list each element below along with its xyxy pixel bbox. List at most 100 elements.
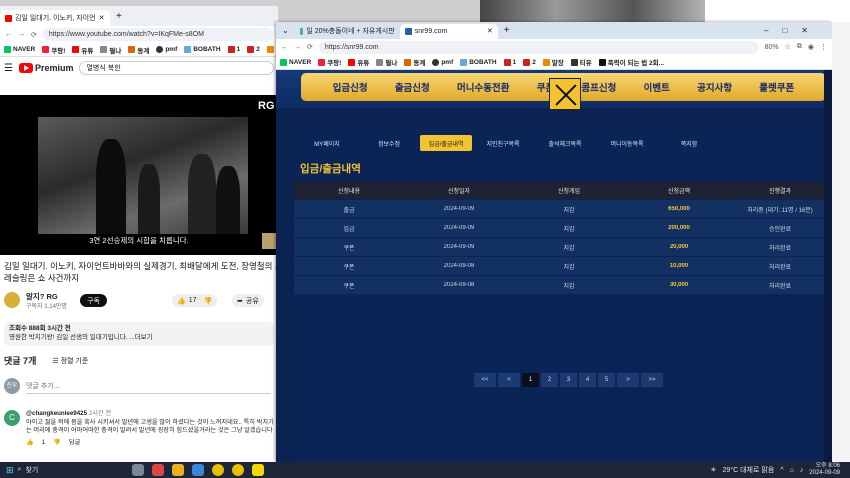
kakaotalk-icon[interactable] xyxy=(251,464,264,476)
thumbs-up-icon[interactable]: 👍 xyxy=(26,439,34,448)
comment-author[interactable]: @changkeunlee9425 xyxy=(26,410,87,417)
bookmark-item[interactable]: BOBATH xyxy=(184,46,221,53)
page-button[interactable]: 4 xyxy=(579,373,596,387)
sort-button[interactable]: ☰ 정렬 기준 xyxy=(52,356,88,366)
taskbar-search[interactable]: ⌕ 찾기 xyxy=(18,465,128,475)
comment-input[interactable]: 댓글 추가... xyxy=(26,381,271,394)
tab-messages[interactable]: 쪽지함 xyxy=(658,135,720,151)
tray-chevron-icon[interactable]: ^ xyxy=(780,467,783,474)
bookmark-item[interactable]: 1 xyxy=(227,46,240,53)
bookmark-item[interactable]: pmf xyxy=(156,46,177,53)
tab-deposit-history[interactable]: 입금/출금내역 xyxy=(420,135,472,151)
last-page-button[interactable]: >> xyxy=(641,373,663,387)
bookmark-item[interactable]: 말장 xyxy=(542,57,564,67)
back-icon[interactable]: ← xyxy=(5,31,12,38)
reload-icon[interactable]: ⟳ xyxy=(31,31,37,39)
taskbar-app-icon[interactable] xyxy=(131,464,144,476)
first-page-button[interactable]: << xyxy=(474,373,496,387)
bookmark-item[interactable]: 2 xyxy=(247,46,260,53)
forward-icon[interactable]: → xyxy=(18,31,25,38)
nav-comp[interactable]: 콤프신청 xyxy=(581,80,616,94)
share-button[interactable]: ➦ 공유 xyxy=(232,294,264,307)
more-icon[interactable]: ⋮ xyxy=(820,43,827,51)
page-button[interactable]: 3 xyxy=(560,373,577,387)
bookmark-item[interactable]: 유튜 xyxy=(72,45,93,55)
bookmark-icon xyxy=(247,46,255,53)
bookmark-item[interactable]: NAVER xyxy=(280,58,311,66)
search-input[interactable]: 열병식 북한 xyxy=(79,61,274,75)
tab-board[interactable]: 일 20%충돌이네 + 자유게시판 xyxy=(295,24,400,39)
bookmark-item[interactable]: pmf xyxy=(432,58,453,66)
nav-event[interactable]: 이벤트 xyxy=(644,80,670,94)
edge-icon[interactable] xyxy=(191,464,204,476)
thumbs-down-icon[interactable]: 👎 xyxy=(53,439,61,448)
bookmark-item[interactable]: 폭력이 되는 법 2회... xyxy=(598,57,664,67)
url-field[interactable]: https://www.youtube.com/watch?v=IKqFMe-s… xyxy=(42,28,273,41)
description-box[interactable]: 조회수 888회 3시간 전 영원한 박치기왕! 김일 선생의 일대기입니다. … xyxy=(4,322,274,346)
tab-list-icon[interactable]: ⌄ xyxy=(282,26,289,35)
new-tab-icon[interactable]: + xyxy=(116,11,122,22)
forward-icon[interactable]: → xyxy=(294,44,301,51)
chrome-icon[interactable] xyxy=(211,464,224,476)
tab-money-move[interactable]: 머니이동목록 xyxy=(596,135,658,151)
bookmark-item[interactable]: 2 xyxy=(523,58,536,66)
network-icon[interactable]: ⌂ xyxy=(790,467,794,474)
nav-deposit[interactable]: 입금신청 xyxy=(333,80,368,94)
bookmark-item[interactable]: 유튜 xyxy=(348,57,369,67)
bookmark-item[interactable]: 쿠팡! xyxy=(318,57,341,67)
channel-avatar[interactable] xyxy=(4,292,20,308)
youtube-logo-icon[interactable] xyxy=(18,63,33,73)
scrollbar[interactable] xyxy=(824,70,832,462)
page-button[interactable]: 2 xyxy=(541,373,558,387)
chrome-icon[interactable] xyxy=(231,464,244,476)
weather-text[interactable]: 29°C 대체로 맑음 xyxy=(723,465,775,475)
zoom-level[interactable]: 80% xyxy=(765,44,779,51)
tab-mypage[interactable]: MY페이지 xyxy=(296,135,358,151)
subscribe-button[interactable]: 구독 xyxy=(80,294,107,307)
page-button[interactable]: 1 xyxy=(522,373,539,387)
tab-attendance[interactable]: 출석체크목록 xyxy=(534,135,596,151)
bookmark-item[interactable]: 펄나 xyxy=(376,57,397,67)
menu-icon[interactable]: ☰ xyxy=(4,63,13,74)
video-player[interactable]: RG 3연 2선승제의 시합을 치릅니다. xyxy=(0,95,278,255)
close-overlay-icon[interactable] xyxy=(549,78,581,110)
reload-icon[interactable]: ⟳ xyxy=(307,43,313,51)
bookmark-item[interactable]: 1 xyxy=(503,58,516,66)
tab-snr99[interactable]: snr99.com ✕ xyxy=(399,23,498,39)
profile-icon[interactable]: ◉ xyxy=(808,43,814,51)
new-tab-icon[interactable]: + xyxy=(504,25,510,36)
nav-roulette[interactable]: 룰렛쿠폰 xyxy=(759,80,794,94)
bookmark-item[interactable]: 동계 xyxy=(128,45,149,55)
back-icon[interactable]: ← xyxy=(281,44,288,51)
nav-notice[interactable]: 공지사항 xyxy=(697,80,732,94)
bookmark-item[interactable]: 펄나 xyxy=(100,45,121,55)
volume-icon[interactable]: ♪ xyxy=(800,467,804,474)
clock[interactable]: 오후 8:06 2024-09-09 xyxy=(809,463,840,477)
bookmark-item[interactable]: 쿠팡! xyxy=(42,45,65,55)
windows-start-icon[interactable]: ⊞ xyxy=(6,465,14,476)
tab-friends[interactable]: 지인친구목록 xyxy=(472,135,534,151)
url-field[interactable]: https://snr99.com xyxy=(318,40,759,54)
next-page-button[interactable]: > xyxy=(617,373,639,387)
bookmark-item[interactable]: 동계 xyxy=(404,57,425,67)
like-button[interactable]: 👍 17 👎 xyxy=(172,294,218,307)
taskbar-app-icon[interactable] xyxy=(151,464,164,476)
tab-youtube[interactable]: 김일 일대기. 이노키, 자이언 ✕ xyxy=(0,10,110,26)
bookmark-item[interactable]: NAVER xyxy=(4,46,35,53)
close-icon[interactable]: ✕ xyxy=(487,27,493,35)
extensions-icon[interactable]: ⧉ xyxy=(797,43,802,51)
star-icon[interactable]: ☆ xyxy=(785,43,791,51)
comment-avatar[interactable]: C xyxy=(4,410,20,426)
taskbar-app-icon[interactable] xyxy=(171,464,184,476)
thumbs-down-icon[interactable]: 👎 xyxy=(204,297,213,305)
close-icon[interactable]: ✕ xyxy=(99,14,105,22)
window-controls-icon[interactable]: –□✕ xyxy=(764,26,822,35)
reply-button[interactable]: 답글 xyxy=(69,439,80,448)
nav-withdraw[interactable]: 출금신청 xyxy=(395,80,430,94)
bookmark-item[interactable]: 티유 xyxy=(570,57,592,67)
page-button[interactable]: 5 xyxy=(598,373,615,387)
tab-edit-info[interactable]: 정보수정 xyxy=(358,135,420,151)
bookmark-item[interactable]: BOBATH xyxy=(460,58,497,66)
prev-page-button[interactable]: < xyxy=(498,373,520,387)
nav-money-transfer[interactable]: 머니수동전환 xyxy=(457,80,509,94)
